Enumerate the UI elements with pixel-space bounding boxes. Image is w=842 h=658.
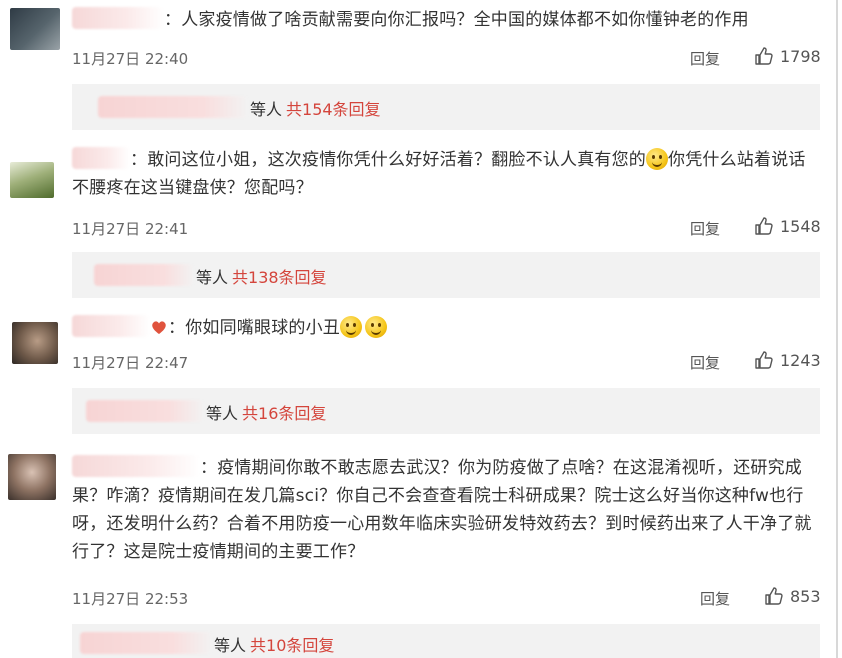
timestamp: 11月27日 22:41 bbox=[72, 220, 189, 238]
thumbs-up-icon bbox=[755, 217, 773, 235]
timestamp: 11月27日 22:53 bbox=[72, 590, 189, 608]
comment-text: ：你如同嘴眼球的小丑 bbox=[72, 314, 772, 342]
reply-usernames-blurred bbox=[98, 96, 248, 118]
comment-1: ：人家疫情做了啥贡献需要向你汇报吗？全中国的媒体都不如你懂钟老的作用 11月27… bbox=[0, 0, 842, 90]
reply-count[interactable]: 共16条回复 bbox=[242, 404, 326, 423]
timestamp: 11月27日 22:40 bbox=[72, 50, 189, 68]
username-blurred[interactable] bbox=[72, 315, 150, 337]
smiley-emoji-icon bbox=[365, 316, 387, 338]
like-count: 1798 bbox=[780, 46, 821, 66]
scroll-edge-divider bbox=[836, 0, 838, 658]
thumbs-up-icon bbox=[755, 351, 773, 369]
reply-summary: 等人 共10条回复 bbox=[214, 636, 335, 655]
reply-usernames-blurred bbox=[80, 632, 212, 654]
comment-text: ：敢问这位小姐，这次疫情你凭什么好好活着？翻脸不认人真有您的 你凭什么站着说话 不… bbox=[72, 146, 812, 202]
comment-3: ：你如同嘴眼球的小丑 11月27日 22:47 回复 1243 bbox=[0, 310, 842, 390]
username-blurred[interactable] bbox=[72, 455, 200, 477]
reply-summary: 等人 共154条回复 bbox=[250, 100, 381, 119]
comment-text: ：疫情期间你敢不敢志愿去武汉？你为防疫做了点啥？在这混淆视听，还研究成 果？咋滴… bbox=[72, 454, 822, 566]
reply-button[interactable]: 回复 bbox=[690, 218, 720, 239]
avatar[interactable] bbox=[8, 454, 56, 500]
like-button[interactable]: 1548 bbox=[754, 216, 821, 236]
avatar[interactable] bbox=[10, 8, 60, 50]
reply-summary: 等人 共16条回复 bbox=[206, 404, 327, 423]
username-blurred[interactable] bbox=[72, 147, 130, 169]
username-blurred[interactable] bbox=[72, 7, 164, 29]
reply-thread-4[interactable]: 等人 共10条回复 bbox=[72, 624, 820, 658]
reply-button[interactable]: 回复 bbox=[690, 48, 720, 69]
heart-emoji-icon bbox=[152, 321, 166, 334]
like-button[interactable]: 1798 bbox=[754, 46, 821, 66]
reply-count[interactable]: 共10条回复 bbox=[250, 636, 334, 655]
smiley-emoji-icon bbox=[646, 148, 668, 170]
thumbs-up-icon bbox=[765, 587, 783, 605]
like-count: 853 bbox=[790, 586, 821, 606]
reply-usernames-blurred bbox=[94, 264, 194, 286]
reply-summary: 等人 共138条回复 bbox=[196, 268, 327, 287]
comment-4: ：疫情期间你敢不敢志愿去武汉？你为防疫做了点啥？在这混淆视听，还研究成 果？咋滴… bbox=[0, 448, 842, 618]
smiley-emoji-icon bbox=[340, 316, 362, 338]
reply-button[interactable]: 回复 bbox=[700, 588, 730, 609]
reply-thread-3[interactable]: 等人 共16条回复 bbox=[72, 388, 820, 434]
reply-count[interactable]: 共154条回复 bbox=[286, 100, 381, 119]
avatar[interactable] bbox=[12, 322, 58, 364]
like-count: 1548 bbox=[780, 216, 821, 236]
reply-thread-2[interactable]: 等人 共138条回复 bbox=[72, 252, 820, 298]
reply-count[interactable]: 共138条回复 bbox=[232, 268, 327, 287]
avatar[interactable] bbox=[10, 162, 54, 198]
reply-button[interactable]: 回复 bbox=[690, 352, 720, 373]
comment-2: ：敢问这位小姐，这次疫情你凭什么好好活着？翻脸不认人真有您的 你凭什么站着说话 不… bbox=[0, 140, 842, 250]
timestamp: 11月27日 22:47 bbox=[72, 354, 189, 372]
like-button[interactable]: 853 bbox=[764, 586, 821, 606]
reply-usernames-blurred bbox=[86, 400, 204, 422]
thumbs-up-icon bbox=[755, 47, 773, 65]
like-count: 1243 bbox=[780, 350, 821, 370]
like-button[interactable]: 1243 bbox=[754, 350, 821, 370]
comment-text: ：人家疫情做了啥贡献需要向你汇报吗？全中国的媒体都不如你懂钟老的作用 bbox=[72, 6, 792, 34]
reply-thread-1[interactable]: 等人 共154条回复 bbox=[72, 84, 820, 130]
